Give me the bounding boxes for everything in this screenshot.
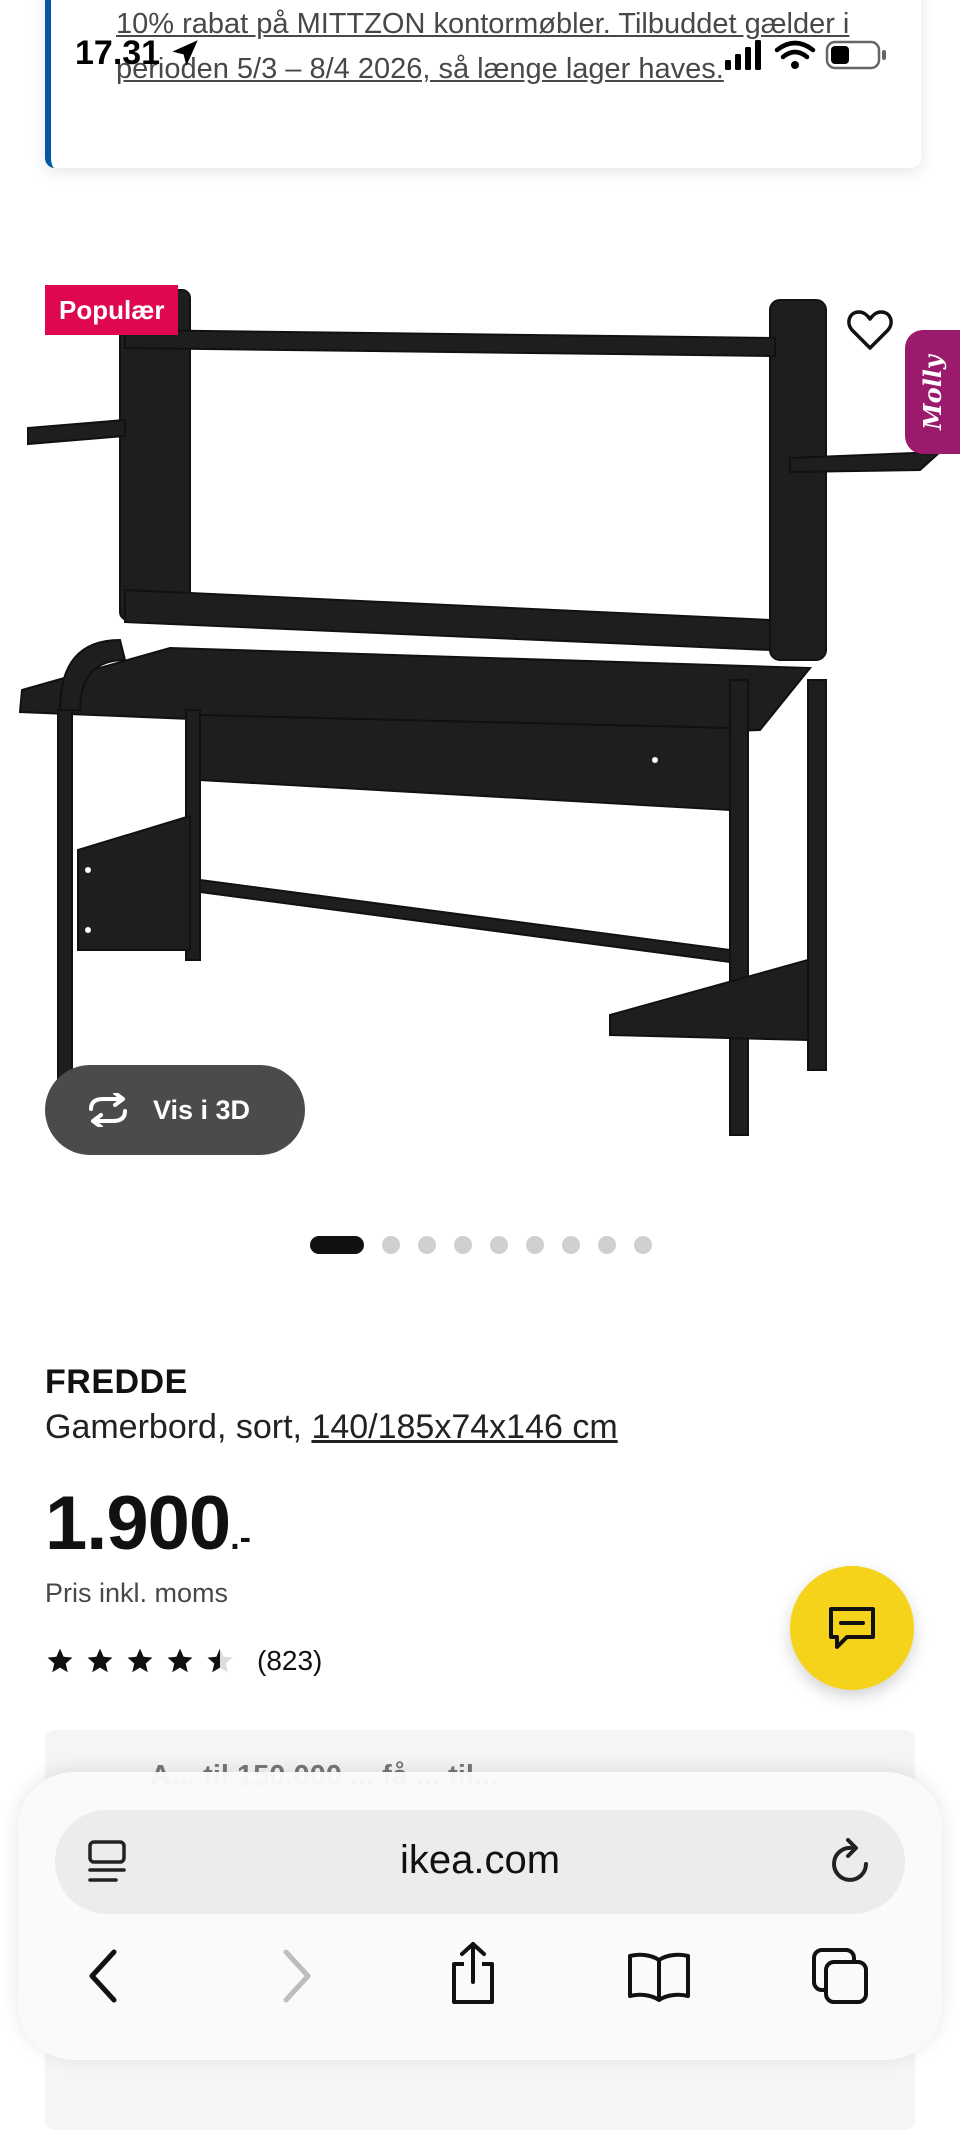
bookmarks-book-icon[interactable]: [626, 1950, 692, 2002]
pagination-dot[interactable]: [598, 1236, 616, 1254]
star-full-icon: [47, 1648, 73, 1673]
pagination-dot[interactable]: [454, 1236, 472, 1254]
rotate-3d-icon: [89, 1093, 127, 1127]
forward-arrow-icon[interactable]: [276, 1948, 316, 2004]
tabs-icon[interactable]: [810, 1946, 872, 2008]
share-icon[interactable]: [448, 1940, 498, 2006]
pagination-dot[interactable]: [526, 1236, 544, 1254]
star-full-icon: [127, 1648, 153, 1673]
product-price: 1.900.-: [45, 1480, 251, 1567]
pagination-dot[interactable]: [562, 1236, 580, 1254]
favorite-heart-icon[interactable]: [846, 308, 894, 352]
star-full-icon: [167, 1648, 193, 1673]
chat-button[interactable]: [790, 1566, 914, 1690]
pagination-dot[interactable]: [418, 1236, 436, 1254]
pagination-dot[interactable]: [490, 1236, 508, 1254]
reload-icon[interactable]: [828, 1836, 874, 1886]
star-full-icon: [87, 1648, 113, 1673]
location-arrow-icon: [172, 40, 198, 66]
price-suffix: .-: [230, 1519, 251, 1557]
review-count: (823): [257, 1645, 323, 1676]
popular-badge: Populær: [45, 285, 179, 335]
view-3d-label: Vis i 3D: [153, 1094, 251, 1125]
star-half-icon: [207, 1648, 233, 1673]
back-arrow-icon[interactable]: [84, 1948, 124, 2004]
pagination-dot[interactable]: [634, 1236, 652, 1254]
address-url[interactable]: ikea.com: [0, 1838, 960, 1883]
rating[interactable]: (823): [45, 1645, 322, 1677]
status-indicators-icon: [725, 40, 886, 70]
view-3d-button[interactable]: Vis i 3D: [45, 1065, 305, 1155]
pagination-dot-active[interactable]: [310, 1236, 364, 1254]
price-integer: 1.900: [45, 1481, 231, 1566]
price-note: Pris inkl. moms: [45, 1578, 229, 1608]
status-time: 17.31: [75, 34, 161, 72]
pagination-dot[interactable]: [382, 1236, 400, 1254]
product-type: Gamerbord, sort,: [45, 1408, 302, 1446]
molly-label: Molly: [918, 354, 948, 430]
product-image[interactable]: [0, 260, 960, 1160]
gallery-pagination[interactable]: [310, 1235, 670, 1255]
product-name: FREDDE: [45, 1363, 188, 1401]
chat-bubble-icon: [829, 1607, 875, 1649]
molly-assistant-tab[interactable]: Molly: [905, 330, 960, 454]
product-description: Gamerbord, sort, 140/185x74x146 cm: [45, 1408, 618, 1447]
product-dimensions-link[interactable]: 140/185x74x146 cm: [311, 1408, 617, 1446]
reader-menu-icon[interactable]: [86, 1838, 128, 1886]
